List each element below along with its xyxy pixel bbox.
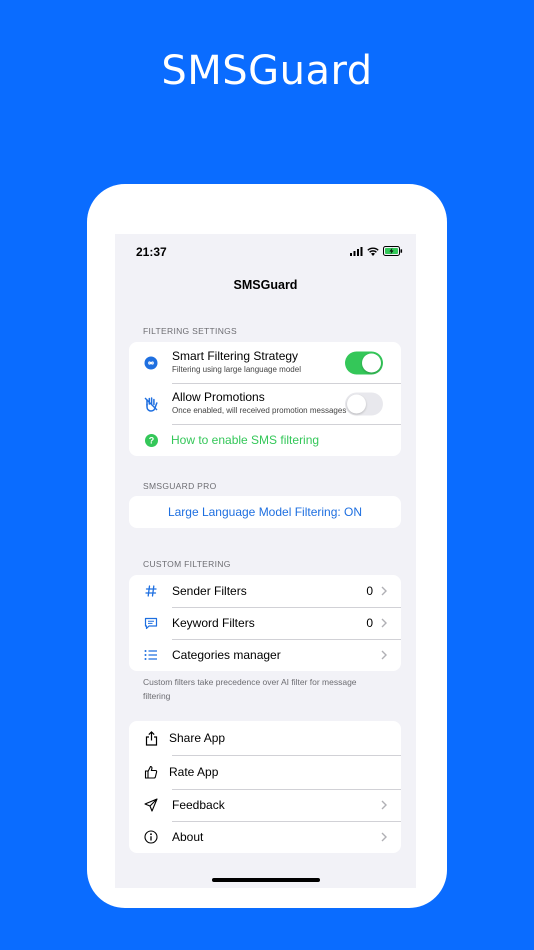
misc-card: Share App Rate App Feedback About bbox=[129, 721, 401, 853]
paper-plane-icon bbox=[142, 796, 160, 814]
chevron-right-icon bbox=[381, 800, 387, 810]
hero-title: SMSGuard bbox=[161, 48, 373, 94]
keyword-filters-count: 0 bbox=[366, 616, 373, 630]
share-icon bbox=[142, 729, 160, 747]
app-screen: 21:37 SMSGuard FILTERING SETTINGS Smart … bbox=[115, 234, 416, 888]
keyword-filters-row[interactable]: Keyword Filters 0 bbox=[129, 607, 401, 639]
feedback-row[interactable]: Feedback bbox=[129, 789, 401, 821]
about-row[interactable]: About bbox=[129, 821, 401, 853]
llm-filtering-button[interactable]: Large Language Model Filtering: ON bbox=[129, 496, 401, 528]
feedback-label: Feedback bbox=[172, 798, 225, 812]
status-time: 21:37 bbox=[136, 245, 167, 259]
section-header-filtering-settings: FILTERING SETTINGS bbox=[143, 326, 238, 336]
hashtag-icon bbox=[142, 582, 160, 600]
info-circle-icon bbox=[142, 828, 160, 846]
share-app-label: Share App bbox=[169, 731, 226, 745]
chevron-right-icon bbox=[381, 586, 387, 596]
section-header-pro: SMSGUARD PRO bbox=[143, 481, 217, 491]
smart-filtering-label: Smart Filtering Strategy bbox=[172, 349, 299, 363]
llm-filtering-label: Large Language Model Filtering: ON bbox=[167, 505, 363, 519]
thumbs-up-icon bbox=[142, 763, 160, 781]
wifi-icon bbox=[367, 247, 379, 256]
question-circle-icon: ? bbox=[142, 431, 160, 449]
chevron-right-icon bbox=[381, 832, 387, 842]
custom-filtering-footnote: Custom filters take precedence over AI f… bbox=[143, 677, 357, 701]
custom-filtering-card: Sender Filters 0 Keyword Filters 0 Categ… bbox=[129, 575, 401, 671]
allow-promotions-toggle[interactable] bbox=[345, 392, 383, 415]
share-app-row[interactable]: Share App bbox=[129, 721, 401, 755]
infinity-icon bbox=[142, 354, 160, 372]
svg-text:?: ? bbox=[148, 435, 154, 445]
status-bar: 21:37 bbox=[115, 234, 416, 270]
filtering-settings-card: Smart Filtering Strategy Filtering using… bbox=[129, 342, 401, 456]
rate-app-row[interactable]: Rate App bbox=[129, 755, 401, 789]
home-indicator[interactable] bbox=[212, 878, 320, 882]
categories-manager-label: Categories manager bbox=[172, 648, 281, 662]
list-bullet-icon bbox=[142, 646, 160, 664]
sms-filtering-help-link[interactable]: ? How to enable SMS filtering bbox=[129, 424, 401, 456]
categories-manager-row[interactable]: Categories manager bbox=[129, 639, 401, 671]
smart-filtering-toggle[interactable] bbox=[345, 351, 383, 374]
allow-promotions-label: Allow Promotions bbox=[172, 390, 265, 404]
message-text-icon bbox=[142, 614, 160, 632]
about-label: About bbox=[172, 830, 204, 844]
pro-card: Large Language Model Filtering: ON bbox=[129, 496, 401, 528]
keyword-filters-label: Keyword Filters bbox=[172, 616, 255, 630]
cellular-signal-icon bbox=[350, 246, 363, 256]
rate-app-label: Rate App bbox=[169, 765, 219, 779]
help-link-label: How to enable SMS filtering bbox=[171, 433, 320, 447]
sender-filters-count: 0 bbox=[366, 584, 373, 598]
section-header-custom-filtering: CUSTOM FILTERING bbox=[143, 559, 231, 569]
smart-filtering-row: Smart Filtering Strategy Filtering using… bbox=[129, 342, 401, 383]
allow-promotions-row: Allow Promotions Once enabled, will rece… bbox=[129, 383, 401, 424]
chevron-right-icon bbox=[381, 618, 387, 628]
sender-filters-row[interactable]: Sender Filters 0 bbox=[129, 575, 401, 607]
smart-filtering-sublabel: Filtering using large language model bbox=[172, 365, 301, 374]
nav-title: SMSGuard bbox=[233, 278, 298, 292]
battery-charging-icon bbox=[383, 246, 403, 256]
hand-raised-icon bbox=[142, 395, 160, 413]
sender-filters-label: Sender Filters bbox=[172, 584, 247, 598]
chevron-right-icon bbox=[381, 650, 387, 660]
status-icons bbox=[350, 246, 403, 256]
allow-promotions-sublabel: Once enabled, will received promotion me… bbox=[172, 406, 347, 415]
